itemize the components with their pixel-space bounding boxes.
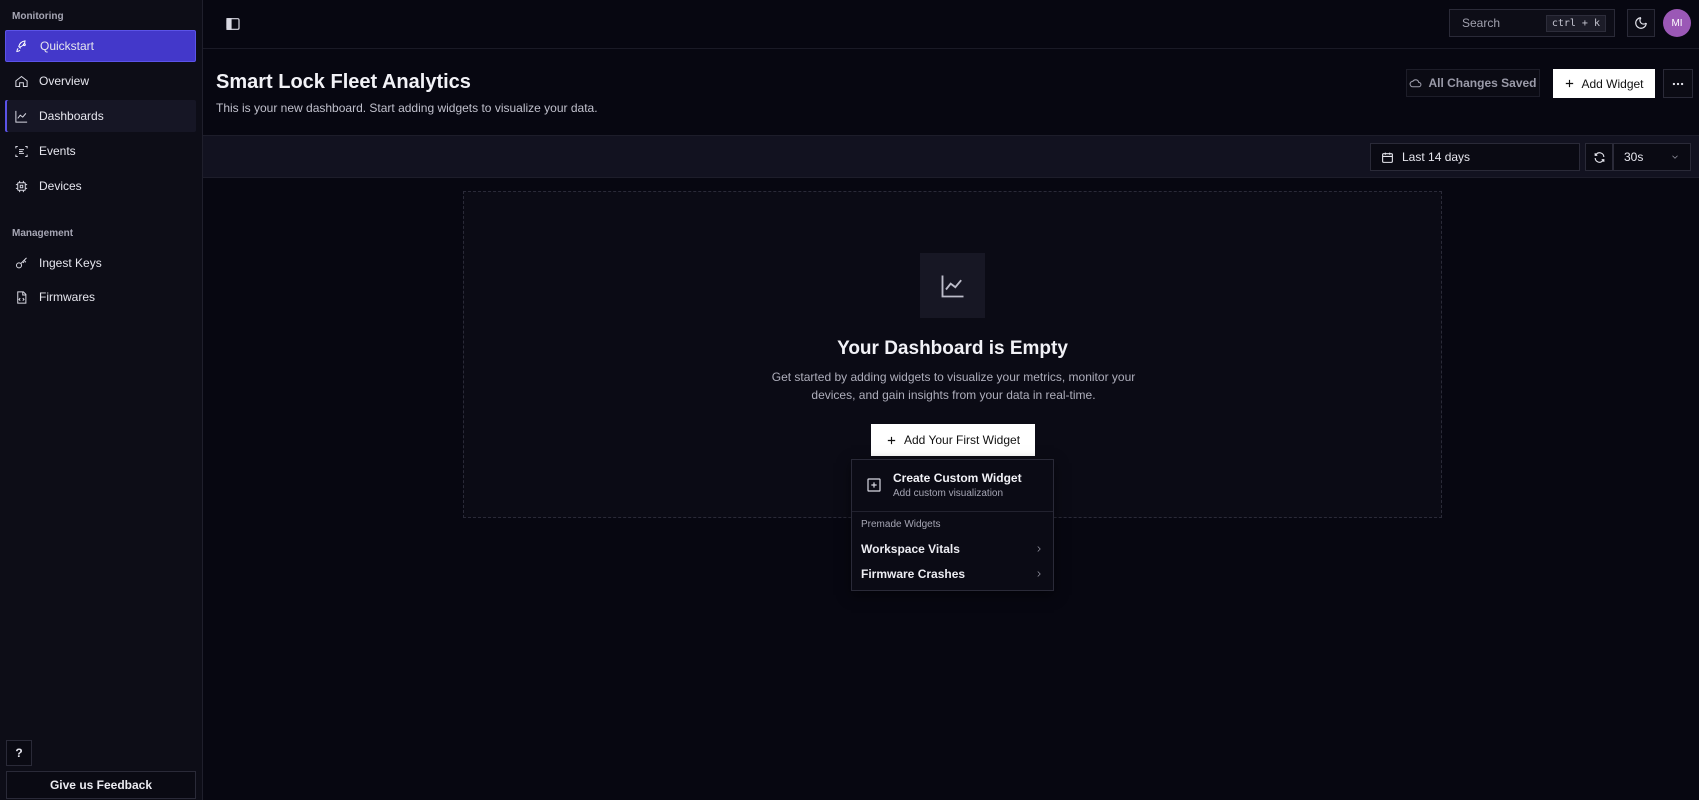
create-custom-widget-subtitle: Add custom visualization bbox=[893, 488, 1004, 499]
create-custom-widget-title: Create Custom Widget bbox=[893, 471, 1022, 485]
page-title: Smart Lock Fleet Analytics bbox=[216, 71, 471, 93]
premade-widget-workspace-vitals[interactable]: Workspace Vitals bbox=[861, 539, 1044, 559]
home-icon bbox=[15, 75, 28, 87]
premade-widget-label: Workspace Vitals bbox=[861, 542, 960, 556]
chart-line-icon bbox=[941, 275, 963, 297]
create-custom-widget-item[interactable]: Create Custom Widget Add custom visualiz… bbox=[852, 460, 1053, 512]
premade-widgets-section: Premade Widgets bbox=[861, 519, 941, 530]
sidebar-item-ingest-keys[interactable]: Ingest Keys bbox=[5, 247, 196, 279]
refresh-button[interactable] bbox=[1585, 143, 1613, 171]
sidebar-item-label: Ingest Keys bbox=[39, 256, 102, 270]
more-options-button[interactable] bbox=[1663, 69, 1693, 98]
chart-line-icon bbox=[15, 110, 28, 123]
sidebar-item-overview[interactable]: Overview bbox=[5, 65, 196, 97]
chip-icon bbox=[15, 180, 28, 192]
avatar[interactable]: MI bbox=[1663, 9, 1691, 37]
premade-widget-firmware-crashes[interactable]: Firmware Crashes bbox=[861, 564, 1044, 584]
sidebar-item-label: Devices bbox=[39, 179, 82, 193]
date-range-picker[interactable]: Last 14 days bbox=[1370, 143, 1580, 171]
filter-bar: Last 14 days 30s bbox=[203, 135, 1699, 178]
theme-toggle-button[interactable] bbox=[1627, 9, 1655, 37]
rocket-icon bbox=[16, 39, 26, 52]
add-widget-dropdown: Create Custom Widget Add custom visualiz… bbox=[851, 459, 1054, 591]
file-code-icon bbox=[17, 290, 27, 304]
sidebar-item-label: Overview bbox=[39, 74, 90, 88]
ellipsis-icon bbox=[1672, 82, 1684, 85]
empty-state-description: Get started by adding widgets to visuali… bbox=[771, 370, 1136, 402]
plus-icon bbox=[887, 436, 896, 444]
all-changes-saved-button[interactable]: All Changes Saved bbox=[1406, 69, 1540, 97]
page-header: Smart Lock Fleet Analytics This is your … bbox=[203, 49, 1699, 135]
top-bar: Search ctrl + k MI bbox=[203, 0, 1699, 49]
sidebar-item-label: Quickstart bbox=[40, 39, 95, 53]
sidebar-item-firmwares[interactable]: Firmwares bbox=[5, 281, 196, 313]
add-first-widget-label: Add Your First Widget bbox=[903, 433, 1021, 447]
sidebar-section-management: Management bbox=[12, 228, 74, 239]
add-widget-button[interactable]: Add Widget bbox=[1553, 69, 1655, 98]
sidebar-item-dashboards[interactable]: Dashboards bbox=[5, 100, 196, 132]
plus-icon bbox=[1566, 79, 1574, 88]
search-placeholder: Search bbox=[1462, 16, 1501, 30]
calendar-icon bbox=[1382, 152, 1393, 163]
search-input[interactable]: Search ctrl + k bbox=[1449, 9, 1615, 37]
sidebar-item-label: Events bbox=[39, 144, 76, 158]
date-range-label: Last 14 days bbox=[1402, 150, 1471, 164]
sidebar-item-events[interactable]: Events bbox=[5, 135, 196, 167]
sidebar-item-quickstart[interactable]: Quickstart bbox=[5, 30, 196, 62]
search-shortcut: ctrl + k bbox=[1545, 14, 1606, 32]
key-icon bbox=[16, 257, 27, 268]
refresh-interval-select[interactable]: 30s bbox=[1613, 143, 1691, 171]
sidebar-item-label: Dashboards bbox=[39, 109, 104, 123]
sidebar: Monitoring Quickstart Overview Dashboard… bbox=[0, 0, 203, 800]
premade-widget-label: Firmware Crashes bbox=[861, 567, 966, 581]
saved-label: All Changes Saved bbox=[1428, 76, 1537, 90]
chevron-down-icon bbox=[1672, 155, 1678, 159]
help-button[interactable]: ? bbox=[6, 740, 32, 766]
sidebar-item-label: Firmwares bbox=[39, 290, 95, 304]
chevron-right-icon bbox=[1037, 546, 1041, 552]
refresh-interval-value: 30s bbox=[1624, 150, 1644, 164]
sidebar-item-devices[interactable]: Devices bbox=[5, 170, 196, 202]
add-first-widget-button[interactable]: Add Your First Widget bbox=[871, 424, 1035, 456]
list-scan-icon bbox=[15, 145, 28, 157]
moon-sun-icon bbox=[1635, 17, 1647, 29]
cloud-check-icon bbox=[1410, 78, 1422, 87]
add-widget-label: Add Widget bbox=[1581, 76, 1644, 91]
square-plus-icon bbox=[867, 478, 881, 492]
empty-state-icon-box bbox=[920, 253, 985, 318]
page-subtitle: This is your new dashboard. Start adding… bbox=[216, 101, 598, 115]
refresh-icon bbox=[1594, 151, 1604, 163]
feedback-button[interactable]: Give us Feedback bbox=[6, 771, 196, 799]
empty-state-title: Your Dashboard is Empty bbox=[837, 338, 1068, 359]
chevron-right-icon bbox=[1037, 571, 1041, 577]
sidebar-toggle-icon[interactable] bbox=[225, 16, 241, 32]
sidebar-section-monitoring: Monitoring bbox=[12, 11, 64, 22]
